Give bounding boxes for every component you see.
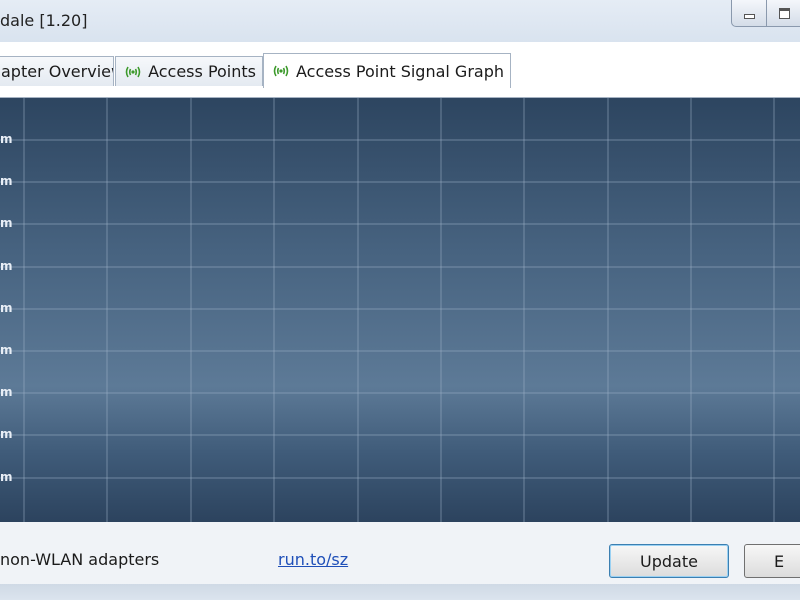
y-tick-label: m — [0, 301, 13, 315]
y-tick-label: m — [0, 343, 13, 357]
title-bar[interactable]: dale [1.20] — [0, 0, 800, 42]
tab-label: Access Point Signal Graph — [296, 61, 504, 81]
signal-graph-panel[interactable]: m m m m m m m m m — [0, 97, 800, 522]
window-title: dale [1.20] — [0, 11, 88, 30]
tab-label: Access Points — [148, 62, 256, 81]
wifi-antenna-icon — [270, 63, 290, 79]
non-wlan-adapters-option[interactable]: non-WLAN adapters — [0, 550, 159, 569]
y-tick-label: m — [0, 427, 13, 441]
signal-graph-grid — [0, 98, 800, 522]
window-bottom-border — [0, 584, 800, 600]
y-tick-label: m — [0, 132, 13, 146]
maximize-button[interactable] — [767, 0, 800, 27]
main-client-area: apter Overview Access Points Access Poin… — [0, 42, 800, 600]
website-link[interactable]: run.to/sz — [278, 550, 348, 569]
exit-button[interactable]: E — [744, 544, 800, 578]
tab-adapter-overview[interactable]: apter Overview — [0, 56, 114, 86]
y-tick-label: m — [0, 216, 13, 230]
y-tick-label: m — [0, 259, 13, 273]
y-tick-label: m — [0, 385, 13, 399]
minimize-icon — [743, 13, 755, 19]
tab-access-points[interactable]: Access Points — [115, 56, 263, 86]
tab-access-point-signal-graph[interactable]: Access Point Signal Graph — [263, 53, 511, 88]
window-controls — [731, 0, 800, 27]
y-tick-label: m — [0, 470, 13, 484]
minimize-button[interactable] — [731, 0, 767, 27]
y-tick-label: m — [0, 174, 13, 188]
tab-label: apter Overview — [1, 62, 114, 81]
update-button[interactable]: Update — [609, 544, 729, 578]
wifi-antenna-icon — [122, 64, 142, 80]
tab-strip: apter Overview Access Points Access Poin… — [0, 42, 800, 97]
maximize-icon — [778, 7, 790, 19]
